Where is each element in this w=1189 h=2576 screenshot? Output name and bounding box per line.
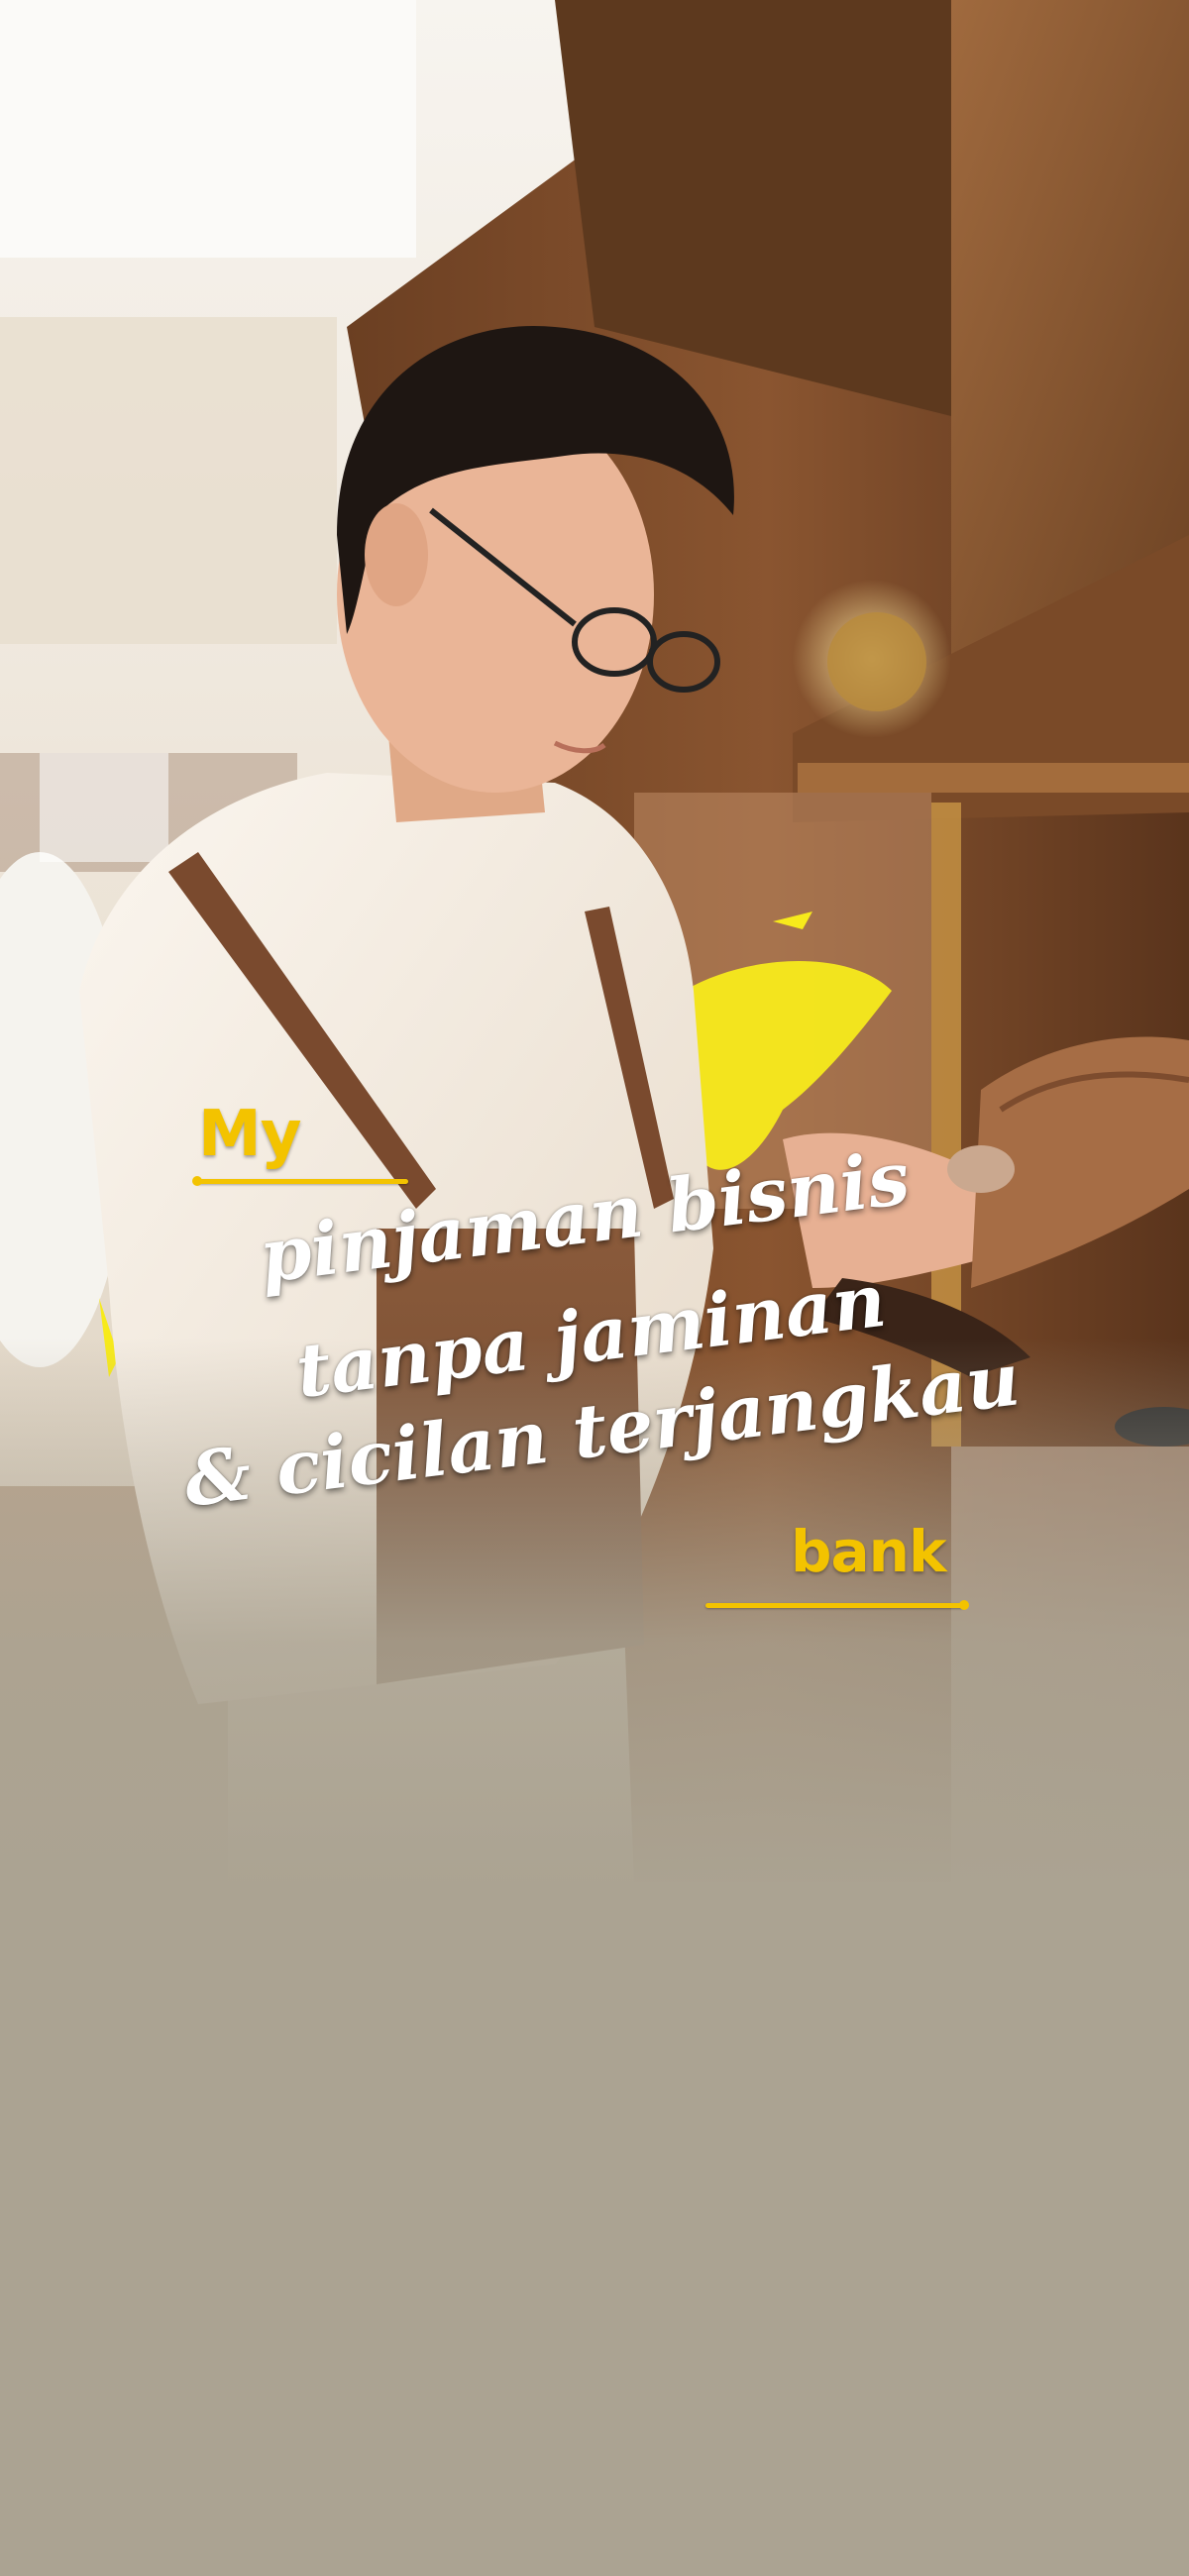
brand-logo-prefix: My	[198, 1098, 301, 1171]
photo-fade-overlay	[0, 1338, 1189, 1892]
brand-underline-top	[192, 1176, 408, 1186]
brand-underline-bottom	[705, 1600, 969, 1610]
splash-screen: My pinjaman bisnis tanpa jaminan & cicil…	[0, 0, 1189, 2576]
brand-logo-suffix: bank	[791, 1518, 947, 1585]
